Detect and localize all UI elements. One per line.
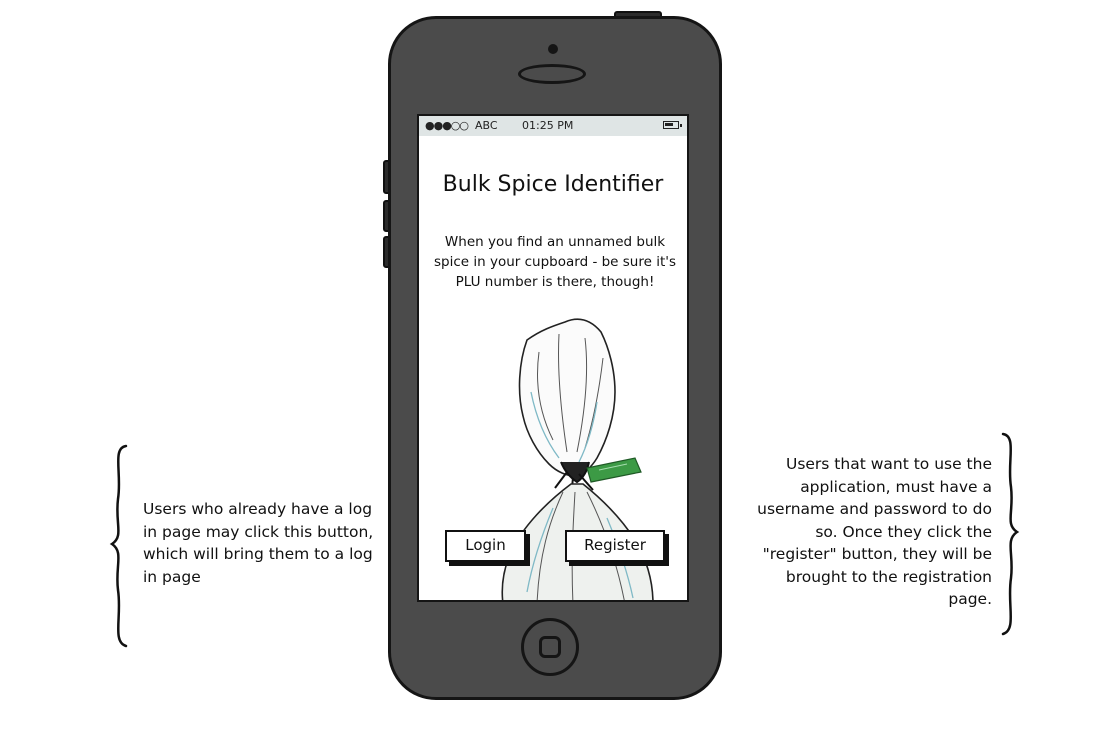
battery-icon [663, 121, 682, 129]
home-square-icon [539, 636, 561, 658]
page-title: Bulk Spice Identifier [442, 172, 664, 197]
earpiece-speaker [518, 64, 586, 84]
right-brace-icon [1001, 432, 1020, 636]
status-time: 01:25 PM [522, 119, 574, 132]
carrier-name: ABC [475, 119, 498, 132]
login-annotation: Users who already have a log in page may… [143, 500, 374, 586]
register-button[interactable]: Register [565, 530, 665, 562]
app-description: When you find an unnamed bulk spice in y… [434, 234, 676, 290]
status-bar: ●●●○○ ABC 01:25 PM [419, 116, 687, 136]
login-button[interactable]: Login [445, 530, 526, 562]
home-button[interactable] [521, 618, 579, 676]
camera-dot [548, 44, 558, 54]
left-brace-icon [109, 444, 128, 648]
phone-screen: ●●●○○ ABC 01:25 PM Bulk Spice Identifier… [417, 114, 689, 602]
register-annotation: Users that want to use the application, … [757, 455, 992, 608]
signal-strength-icon: ●●●○○ [425, 119, 469, 132]
